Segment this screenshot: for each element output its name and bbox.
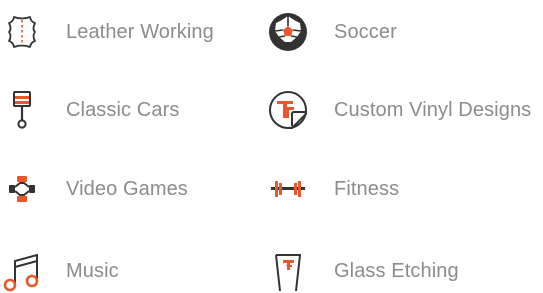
hobby-classic-cars: Classic Cars bbox=[0, 88, 179, 132]
hobby-label: Soccer bbox=[334, 20, 397, 43]
hobby-leather-working: Leather Working bbox=[0, 10, 214, 54]
hobby-custom-vinyl-designs: Custom Vinyl Designs bbox=[266, 88, 531, 132]
hobby-music: Music bbox=[0, 249, 119, 293]
leather-hide-icon bbox=[0, 10, 44, 54]
hobby-soccer: Soccer bbox=[266, 10, 397, 54]
soccer-ball-icon bbox=[266, 10, 310, 54]
hobby-label: Fitness bbox=[334, 177, 400, 200]
dumbbell-icon bbox=[266, 167, 310, 211]
hobby-label: Music bbox=[66, 259, 119, 282]
game-controller-icon bbox=[0, 167, 44, 211]
etched-glass-icon bbox=[266, 249, 310, 293]
hobby-label: Leather Working bbox=[66, 20, 214, 43]
hobbies-grid: Leather Working Soccer Classic Cars Cust… bbox=[0, 0, 543, 292]
hobby-video-games: Video Games bbox=[0, 167, 188, 211]
hobby-label: Glass Etching bbox=[334, 259, 459, 282]
hobby-label: Video Games bbox=[66, 177, 188, 200]
music-note-icon bbox=[0, 249, 44, 293]
vinyl-sticker-icon bbox=[266, 88, 310, 132]
hobby-label: Custom Vinyl Designs bbox=[334, 98, 532, 121]
hobby-label: Classic Cars bbox=[66, 98, 180, 121]
hobby-fitness: Fitness bbox=[266, 167, 399, 211]
piston-icon bbox=[0, 88, 44, 132]
hobby-glass-etching: Glass Etching bbox=[266, 249, 459, 293]
